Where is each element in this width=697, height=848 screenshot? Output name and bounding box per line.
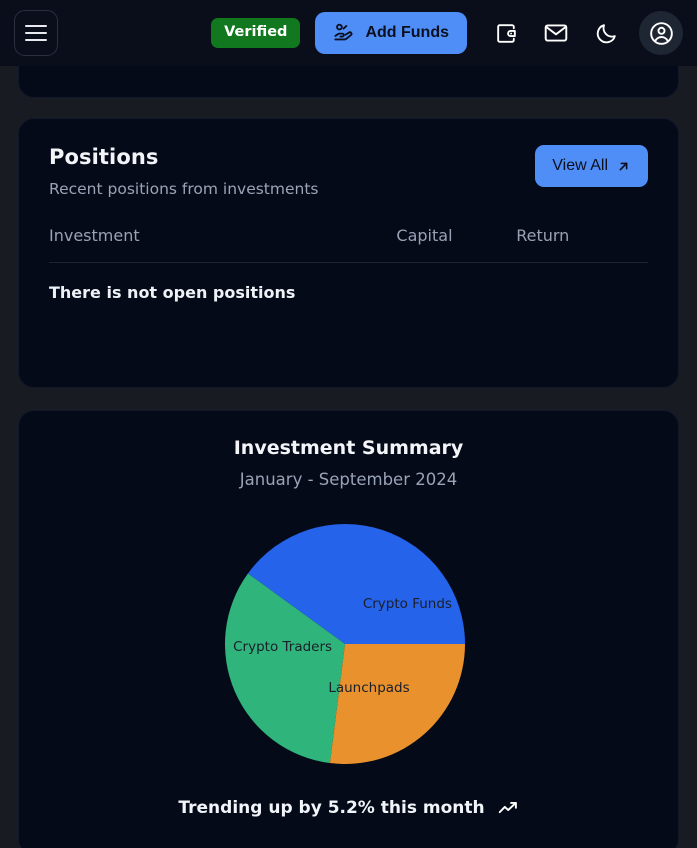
hamburger-menu-icon	[25, 25, 47, 27]
positions-card: Positions Recent positions from investme…	[18, 118, 679, 388]
app-header: Verified Add Funds	[0, 0, 697, 66]
hamburger-menu-button[interactable]	[14, 10, 58, 56]
pie-slice-label: Crypto Funds	[362, 596, 451, 612]
summary-title: Investment Summary	[233, 437, 464, 459]
pie-slice-label: Launchpads	[328, 680, 409, 696]
wallet-button[interactable]	[485, 12, 527, 54]
pie-slice-label: Crypto Traders	[233, 639, 332, 655]
add-funds-button[interactable]: Add Funds	[315, 12, 467, 54]
column-header-capital: Capital	[396, 226, 517, 263]
investment-summary-card: Investment Summary January - September 2…	[18, 410, 679, 848]
view-all-button[interactable]: View All	[535, 145, 648, 187]
table-header-row: Investment Capital Return	[49, 226, 648, 263]
status-badge-verified: Verified	[211, 18, 301, 48]
positions-table: Investment Capital Return There is not o…	[49, 226, 648, 302]
view-all-label: View All	[552, 157, 608, 174]
hamburger-menu-icon-line	[25, 32, 47, 34]
positions-header: Positions Recent positions from investme…	[49, 145, 648, 198]
column-header-investment: Investment	[49, 226, 397, 263]
mail-icon	[544, 24, 568, 42]
arrow-up-right-icon	[619, 162, 628, 170]
dark-mode-toggle[interactable]	[585, 12, 627, 54]
positions-subtitle: Recent positions from investments	[49, 180, 319, 198]
positions-heading-group: Positions Recent positions from investme…	[49, 145, 319, 198]
mail-button[interactable]	[535, 12, 577, 54]
user-circle-icon	[649, 21, 673, 45]
page-title: Positions	[49, 145, 159, 169]
trending-up-icon	[498, 801, 517, 814]
card-above-partial	[18, 64, 679, 98]
empty-state-message: There is not open positions	[49, 283, 296, 302]
pie-chart: Crypto Funds Crypto Traders Launchpads	[224, 524, 465, 764]
wallet-icon	[496, 23, 516, 43]
hand-coins-icon	[334, 23, 353, 41]
hamburger-menu-icon-line	[25, 39, 47, 41]
trend-annotation: Trending up by 5.2% this month	[39, 797, 658, 819]
table-row-empty: There is not open positions	[49, 263, 648, 302]
moon-icon	[596, 23, 616, 43]
trend-label: Trending up by 5.2% this month	[178, 798, 485, 818]
pie-slice[interactable]	[329, 644, 465, 764]
column-header-return: Return	[516, 226, 648, 263]
summary-subtitle: January - September 2024	[239, 470, 458, 489]
avatar[interactable]	[639, 11, 683, 55]
pie-chart-container: Crypto Funds Crypto Traders Launchpads	[39, 513, 658, 775]
header-actions: Verified Add Funds	[211, 11, 683, 55]
page-content: Positions Recent positions from investme…	[0, 64, 697, 848]
add-funds-label: Add Funds	[365, 24, 449, 41]
